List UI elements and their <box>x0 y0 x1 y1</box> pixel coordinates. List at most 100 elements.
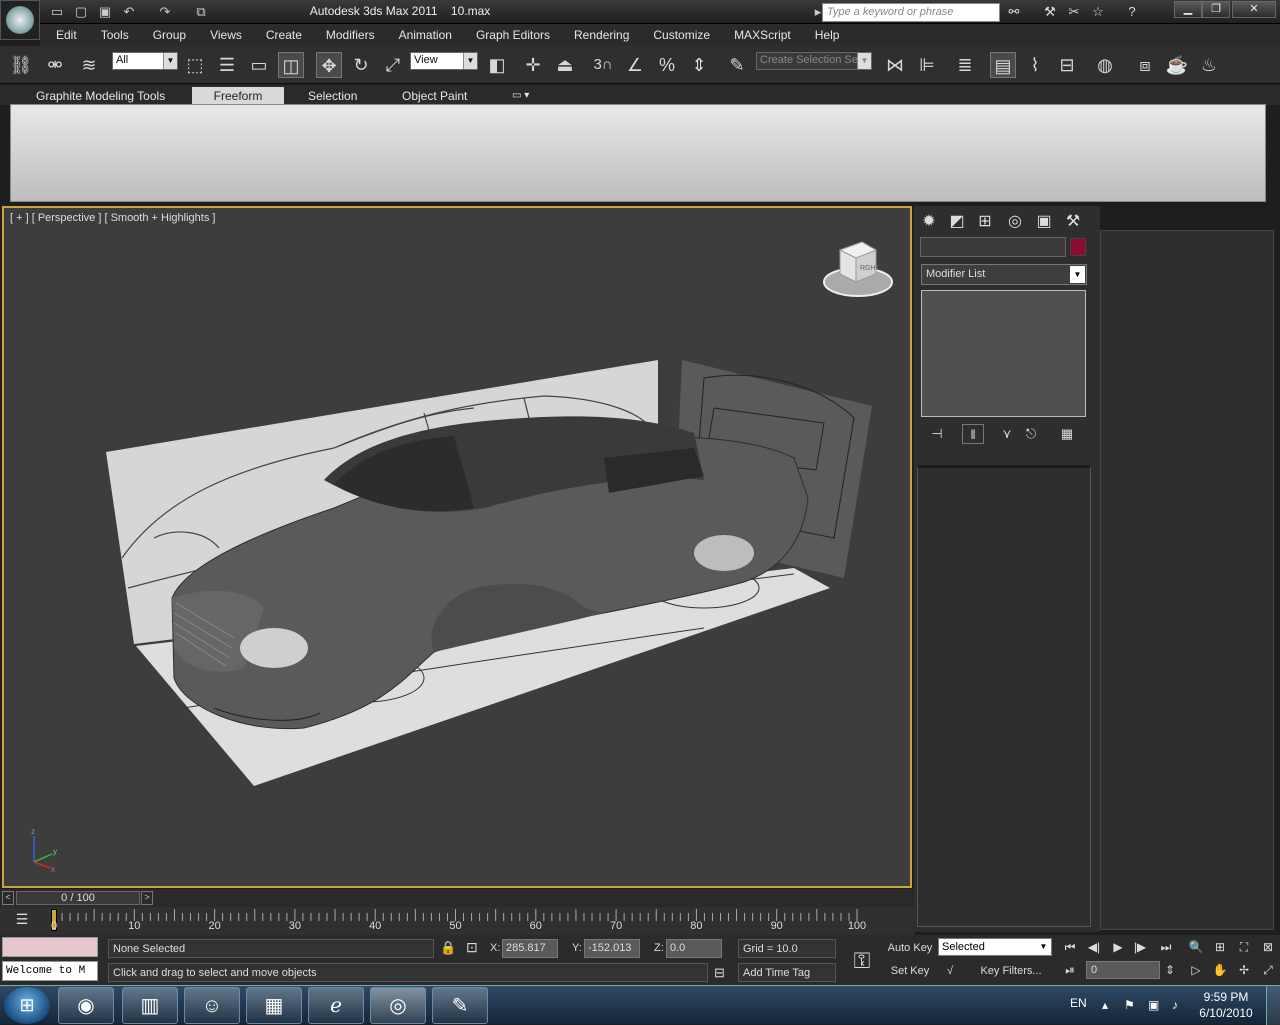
minimize-button[interactable]: ▁ <box>1174 1 1202 18</box>
x-coordinate-field[interactable]: 285.817 <box>502 939 558 958</box>
viewcube[interactable]: RGHT <box>822 238 894 300</box>
zoom-extents-all-icon[interactable]: ⊠ <box>1258 938 1278 956</box>
create-tab-icon[interactable]: ✹ <box>916 210 942 234</box>
save-icon[interactable]: ▣ <box>96 3 114 21</box>
rectangle-selection-icon[interactable]: ▭ <box>246 52 272 78</box>
schematic-view-icon[interactable]: ⊟ <box>1054 52 1080 78</box>
show-hidden-icons[interactable]: ▴ <box>1102 998 1108 1012</box>
menu-tools[interactable]: Tools <box>89 28 141 42</box>
make-unique-icon[interactable]: ⋎ <box>996 424 1018 444</box>
zoom-extents-icon[interactable]: ⛶ <box>1234 938 1254 956</box>
start-button[interactable]: ⊞ <box>4 987 50 1024</box>
menu-create[interactable]: Create <box>254 28 314 42</box>
app-logo[interactable] <box>0 0 40 40</box>
menu-modifiers[interactable]: Modifiers <box>314 28 387 42</box>
absolute-relative-mode-icon[interactable]: ⊡ <box>466 939 478 956</box>
menu-graph-editors[interactable]: Graph Editors <box>464 28 562 42</box>
time-prev-icon[interactable]: < <box>2 891 14 905</box>
subscription-icon[interactable]: ⚒ <box>1040 3 1060 21</box>
utilities-tab-icon[interactable]: ⚒ <box>1060 210 1086 234</box>
key-mode-dropdown[interactable]: Selected ▼ <box>938 938 1052 956</box>
reference-coord-dropdown[interactable]: View ▼ <box>410 52 478 70</box>
viewport-label[interactable]: [ + ] [ Perspective ] [ Smooth + Highlig… <box>10 212 215 224</box>
tab-selection[interactable]: Selection <box>296 87 369 105</box>
redo-icon[interactable]: ↷ <box>156 3 174 21</box>
set-key-icon[interactable]: ⚿ <box>842 941 882 981</box>
mirror-icon[interactable]: ⋈ <box>882 52 908 78</box>
orbit-icon[interactable]: ✢ <box>1234 961 1254 979</box>
selection-filter-dropdown[interactable]: All ▼ <box>112 52 178 70</box>
configure-modifier-sets-icon[interactable]: ▦ <box>1056 424 1078 444</box>
snap-toggle-icon[interactable]: 3∩ <box>590 52 616 78</box>
remove-modifier-icon[interactable]: ⎋ <box>1020 424 1042 444</box>
ribbon-options-icon[interactable]: ▭ ▾ <box>500 87 541 105</box>
select-object-icon[interactable]: ⬚ <box>182 52 208 78</box>
clock-date[interactable]: 6/10/2010 <box>1196 1006 1256 1020</box>
menu-group[interactable]: Group <box>141 28 198 42</box>
clock-time[interactable]: 9:59 PM <box>1196 990 1256 1004</box>
select-move-icon[interactable]: ✥ <box>316 52 342 78</box>
key-filters-button[interactable]: Key Filters... <box>966 961 1056 981</box>
bind-space-warp-icon[interactable]: ≋ <box>76 52 102 78</box>
open-file-icon[interactable]: ▢ <box>72 3 90 21</box>
edit-named-selection-icon[interactable]: ✎ <box>724 52 750 78</box>
search-expand-icon[interactable]: ▸ <box>814 3 822 21</box>
pin-stack-icon[interactable]: ⊣ <box>926 424 948 444</box>
3dsmax-taskbar-icon[interactable]: ◎ <box>370 987 426 1024</box>
communication-icon[interactable]: ✂ <box>1064 3 1084 21</box>
track-bar[interactable]: ☰ 0 10 20 30 40 50 60 70 80 90 100 <box>0 907 914 935</box>
show-desktop-button[interactable] <box>1266 986 1280 1025</box>
maxscript-mini-listener[interactable] <box>2 937 98 957</box>
window-crossing-icon[interactable]: ◫ <box>278 52 304 78</box>
perspective-viewport[interactable]: [ + ] [ Perspective ] [ Smooth + Highlig… <box>2 206 912 888</box>
link-icon[interactable]: ⛓ <box>8 52 34 78</box>
network-icon[interactable]: ▣ <box>1148 998 1159 1012</box>
render-production-icon[interactable]: ♨ <box>1196 52 1222 78</box>
project-folder-icon[interactable]: ⧉ <box>192 3 210 21</box>
zoom-all-icon[interactable]: ⊞ <box>1210 938 1230 956</box>
tab-freeform[interactable]: Freeform <box>192 87 284 105</box>
zoom-icon[interactable]: 🔍 <box>1186 938 1206 956</box>
firefox-taskbar-icon[interactable]: ◉ <box>58 987 114 1024</box>
modifier-stack[interactable] <box>921 290 1086 417</box>
paint-taskbar-icon[interactable]: ✎ <box>432 987 488 1024</box>
select-rotate-icon[interactable]: ↻ <box>348 52 374 78</box>
rendered-frame-icon[interactable]: ☕ <box>1164 52 1190 78</box>
next-frame-icon[interactable]: |▶ <box>1130 938 1150 956</box>
favorites-star-icon[interactable]: ☆ <box>1088 3 1108 21</box>
volume-icon[interactable]: ♪ <box>1172 998 1178 1012</box>
select-by-name-icon[interactable]: ☰ <box>214 52 240 78</box>
select-scale-icon[interactable]: ⤢ <box>380 52 406 78</box>
previous-frame-icon[interactable]: ◀| <box>1084 938 1104 956</box>
default-in-out-tangents-icon[interactable]: √ <box>940 961 960 981</box>
auto-key-button[interactable]: Auto Key <box>886 938 934 958</box>
go-to-start-icon[interactable]: ⏮ <box>1060 938 1080 956</box>
menu-maxscript[interactable]: MAXScript <box>722 28 803 42</box>
percent-snap-icon[interactable]: % <box>654 52 680 78</box>
menu-customize[interactable]: Customize <box>641 28 722 42</box>
modify-tab-icon[interactable]: ◩ <box>944 210 970 234</box>
object-color-swatch[interactable] <box>1070 238 1086 256</box>
y-coordinate-field[interactable]: -152.013 <box>584 939 640 958</box>
set-key-button[interactable]: Set Key <box>886 961 934 981</box>
time-config-spinner-icon[interactable]: ⇕ <box>1162 961 1178 979</box>
curve-editor-icon[interactable]: ⌇ <box>1022 52 1048 78</box>
undo-icon[interactable]: ↶ <box>120 3 138 21</box>
render-setup-icon[interactable]: ⧈ <box>1132 52 1158 78</box>
spinner-snap-icon[interactable]: ⇕ <box>686 52 712 78</box>
menu-edit[interactable]: Edit <box>44 28 89 42</box>
close-button[interactable]: ✕ <box>1232 1 1276 18</box>
angle-snap-icon[interactable]: ∠ <box>622 52 648 78</box>
maximize-button[interactable]: ❐ <box>1202 1 1230 18</box>
object-name-field[interactable] <box>920 237 1066 257</box>
layer-manager-icon[interactable]: ≣ <box>952 52 978 78</box>
add-time-tag-icon[interactable]: ⊟ <box>714 965 725 981</box>
material-editor-icon[interactable]: ◍ <box>1092 52 1118 78</box>
select-manipulate-icon[interactable]: ✛ <box>520 52 546 78</box>
maximize-viewport-icon[interactable]: ⤢ <box>1258 961 1278 979</box>
time-next-icon[interactable]: > <box>141 891 153 905</box>
graphite-toggle-icon[interactable]: ▤ <box>990 52 1016 78</box>
messenger-taskbar-icon[interactable]: ☺ <box>184 987 240 1024</box>
hierarchy-tab-icon[interactable]: ⊞ <box>972 210 998 234</box>
menu-views[interactable]: Views <box>198 28 254 42</box>
